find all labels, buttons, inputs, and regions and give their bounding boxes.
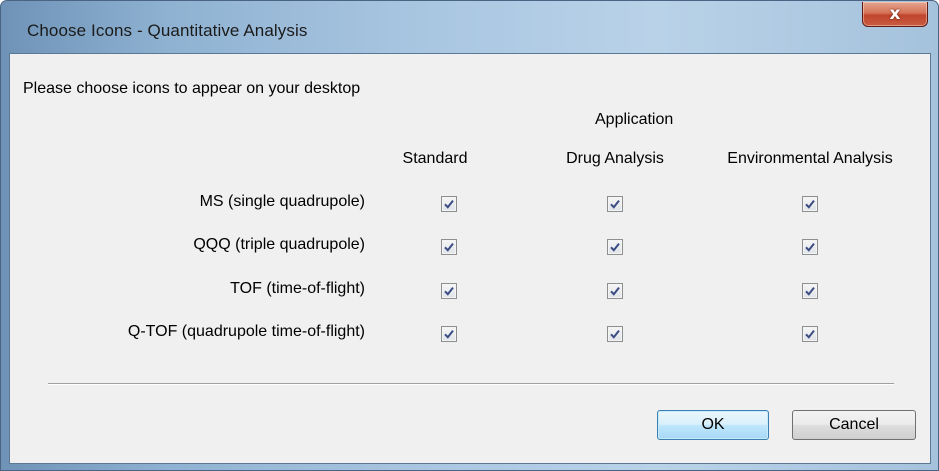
checkmark-icon [444, 242, 454, 252]
checkbox-environmental-analysis[interactable] [802, 239, 818, 255]
checkmark-icon [610, 286, 620, 296]
row-label-qtof: Q-TOF (quadrupole time-of-flight) [127, 323, 365, 340]
dialog-client-area: Please choose icons to appear on your de… [9, 53, 931, 464]
checkbox-standard[interactable] [441, 196, 457, 212]
application-group-header: Application [595, 111, 674, 128]
checkbox-standard[interactable] [441, 283, 457, 299]
column-header-standard: Standard [402, 150, 468, 167]
checkbox-standard[interactable] [441, 326, 457, 342]
checkbox-standard[interactable] [441, 239, 457, 255]
checkbox-drug-analysis[interactable] [607, 283, 623, 299]
checkmark-icon [805, 242, 815, 252]
checkmark-icon [805, 286, 815, 296]
row-label-ms: MS (single quadrupole) [199, 193, 365, 210]
checkbox-environmental-analysis[interactable] [802, 326, 818, 342]
window-title: Choose Icons - Quantitative Analysis [27, 21, 308, 40]
row-label-tof: TOF (time-of-flight) [230, 280, 365, 297]
column-header-environmental-analysis: Environmental Analysis [727, 150, 893, 167]
checkmark-icon [610, 242, 620, 252]
checkbox-drug-analysis[interactable] [607, 239, 623, 255]
checkmark-icon [805, 199, 815, 209]
checkmark-icon [444, 329, 454, 339]
instruction-text: Please choose icons to appear on your de… [23, 80, 361, 97]
checkbox-drug-analysis[interactable] [607, 196, 623, 212]
separator-line [48, 383, 894, 385]
checkmark-icon [444, 199, 454, 209]
checkbox-drug-analysis[interactable] [607, 326, 623, 342]
close-icon: x [889, 4, 901, 24]
checkbox-environmental-analysis[interactable] [802, 283, 818, 299]
checkmark-icon [610, 329, 620, 339]
column-header-drug-analysis: Drug Analysis [566, 150, 664, 167]
cancel-button[interactable]: Cancel [792, 410, 916, 440]
title-bar[interactable]: Choose Icons - Quantitative Analysis x [1, 1, 938, 51]
ok-button[interactable]: OK [657, 410, 769, 440]
close-button[interactable]: x [862, 2, 928, 27]
checkmark-icon [610, 199, 620, 209]
checkmark-icon [805, 329, 815, 339]
checkmark-icon [444, 286, 454, 296]
dialog-window: Choose Icons - Quantitative Analysis x P… [0, 0, 939, 471]
checkbox-environmental-analysis[interactable] [802, 196, 818, 212]
row-label-qqq: QQQ (triple quadrupole) [193, 236, 365, 253]
